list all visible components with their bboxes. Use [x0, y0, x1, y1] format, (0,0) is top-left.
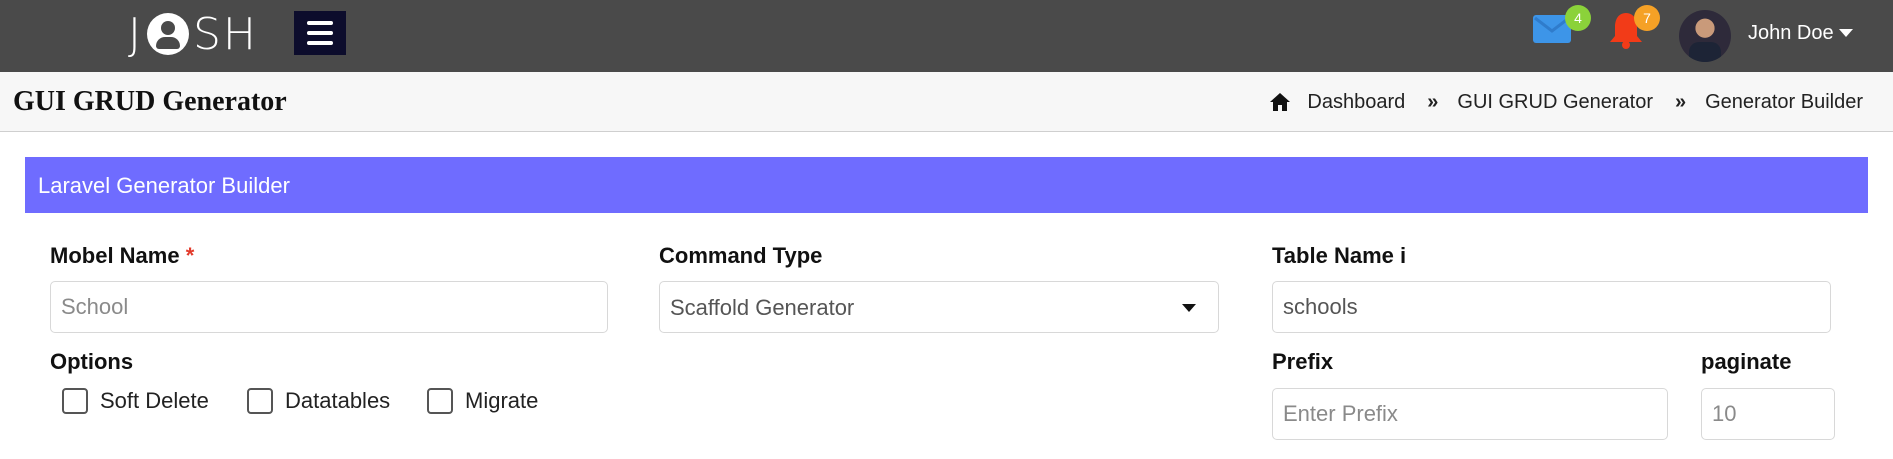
- breadcrumb-generator-builder: Generator Builder: [1705, 90, 1863, 113]
- command-type-select[interactable]: Scaffold Generator: [659, 281, 1219, 333]
- menu-toggle-button[interactable]: [294, 11, 346, 55]
- breadcrumb: Dashboard » GUI GRUD Generator » Generat…: [1269, 87, 1863, 117]
- model-name-input[interactable]: [50, 281, 608, 333]
- breadcrumb-separator: »: [1675, 90, 1686, 113]
- breadcrumb-gui-grud-generator[interactable]: GUI GRUD Generator: [1457, 91, 1653, 114]
- soft-delete-checkbox[interactable]: Soft Delete: [62, 388, 209, 414]
- home-icon[interactable]: [1269, 92, 1291, 112]
- top-navbar: J SH 4 7 John Doe: [0, 0, 1893, 72]
- paginate-label: paginate: [1701, 349, 1792, 374]
- prefix-label: Prefix: [1272, 349, 1334, 374]
- model-name-label: Mobel Name *: [50, 243, 195, 268]
- breadcrumb-separator: »: [1427, 90, 1438, 113]
- generator-builder-panel: Laravel Generator Builder Mobel Name * C…: [25, 157, 1868, 459]
- command-type-label: Command Type: [659, 243, 823, 268]
- checkbox-box[interactable]: [62, 388, 88, 414]
- brand-logo[interactable]: J SH: [128, 9, 258, 60]
- mail-count-badge: 4: [1565, 5, 1591, 31]
- chevron-down-icon[interactable]: [1182, 304, 1196, 312]
- table-name-label: Table Name i: [1272, 243, 1407, 268]
- panel-title: Laravel Generator Builder: [25, 157, 1868, 213]
- notification-count-badge: 7: [1634, 5, 1660, 31]
- logo-user-icon: [146, 13, 189, 55]
- paginate-input[interactable]: [1701, 388, 1835, 440]
- breadcrumb-dashboard[interactable]: Dashboard: [1307, 91, 1405, 114]
- required-marker: *: [185, 243, 195, 268]
- prefix-input[interactable]: [1272, 388, 1668, 440]
- page-header: GUI GRUD Generator Dashboard » GUI GRUD …: [0, 72, 1893, 132]
- chevron-down-icon[interactable]: [1839, 29, 1853, 37]
- user-name[interactable]: John Doe: [1748, 22, 1834, 45]
- avatar[interactable]: [1679, 10, 1731, 62]
- options-label: Options: [50, 349, 134, 374]
- migrate-checkbox[interactable]: Migrate: [427, 388, 538, 414]
- checkbox-box[interactable]: [427, 388, 453, 414]
- table-name-input[interactable]: [1272, 281, 1831, 333]
- checkbox-box[interactable]: [247, 388, 273, 414]
- page-title: GUI GRUD Generator: [13, 86, 287, 117]
- datatables-checkbox[interactable]: Datatables: [247, 388, 390, 414]
